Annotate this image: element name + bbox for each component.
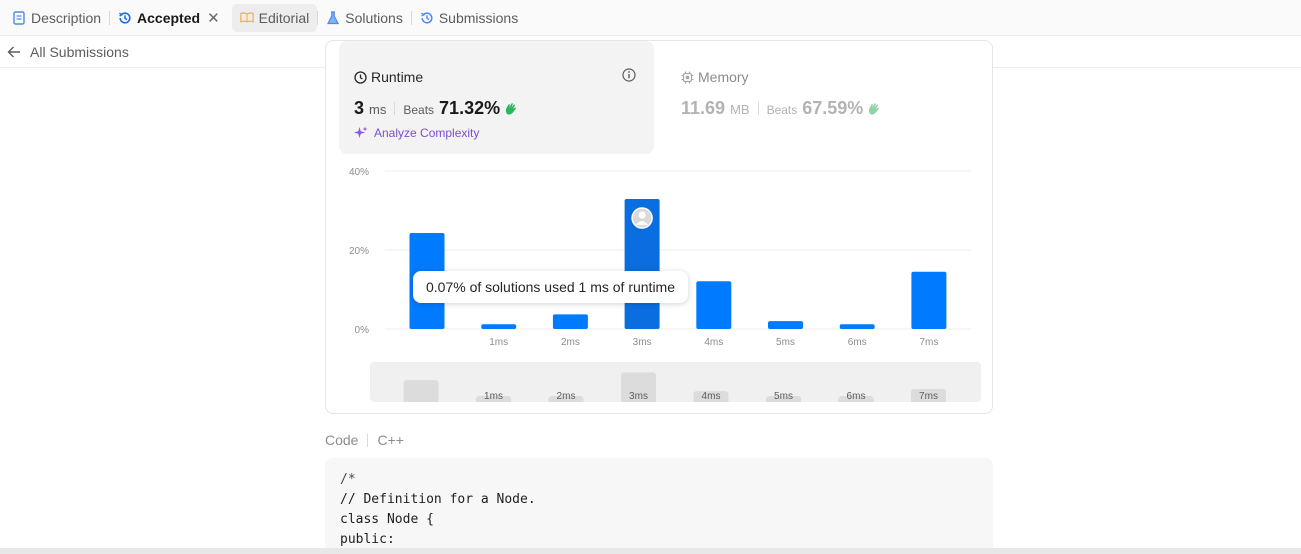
x-tick-label: 2ms — [561, 337, 580, 348]
x-tick-label: 7ms — [919, 337, 938, 348]
tab-submissions[interactable]: Submissions — [412, 4, 526, 32]
tab-editorial[interactable]: Editorial — [231, 3, 318, 32]
description-icon — [12, 10, 26, 25]
history-icon — [118, 11, 132, 25]
x-tick-label: 6ms — [848, 337, 867, 348]
chart-bar — [911, 271, 947, 329]
tab-bar: Description Accepted ✕ Editorial Solutio… — [0, 0, 1301, 36]
close-icon[interactable]: ✕ — [207, 9, 220, 27]
divider — [394, 102, 396, 115]
tab-editorial-label: Editorial — [258, 9, 310, 26]
avatar-head — [638, 211, 646, 219]
x-tick-label: 1ms — [489, 337, 508, 348]
clap-hands-icon — [504, 102, 518, 116]
code-line: /* — [340, 472, 356, 487]
chart-bar — [696, 281, 732, 329]
divider — [757, 102, 759, 115]
info-icon[interactable] — [622, 68, 636, 82]
runtime-beats-value: 71.32% — [439, 98, 501, 118]
sparkle-icon — [354, 126, 368, 140]
memory-unit: MB — [730, 102, 750, 117]
code-block[interactable]: /* // Definition for a Node. class Node … — [325, 458, 993, 554]
tab-submissions-label: Submissions — [438, 9, 519, 26]
x-tick-label: 3ms — [633, 337, 652, 348]
chart-svg: 0% 20% 40% 1ms 2ms 3ms 4ms 5ms 6ms 7ms — [349, 167, 971, 348]
runtime-unit: ms — [369, 102, 387, 117]
runtime-title: Runtime — [354, 69, 423, 85]
code-line: // Definition for a Node. — [340, 492, 536, 507]
tab-accepted-label: Accepted — [137, 9, 201, 26]
history-icon — [420, 11, 434, 25]
chart-bar — [768, 321, 803, 329]
runtime-value: 3 — [354, 98, 365, 118]
runtime-stats: 3 ms Beats 71.32% — [354, 98, 518, 119]
y-tick-label: 0% — [355, 325, 370, 336]
chart-bar — [481, 324, 517, 329]
code-line: class Node { — [340, 512, 434, 527]
tab-description-label: Description — [31, 9, 102, 26]
memory-title: Memory — [681, 69, 749, 85]
chart-bar — [552, 314, 588, 329]
chart-tooltip: 0.07% of solutions used 1 ms of runtime — [413, 271, 688, 303]
code-language: C++ — [377, 432, 404, 448]
mini-tick-label: 6ms — [847, 391, 866, 402]
code-label: Code — [325, 432, 359, 448]
memory-card[interactable]: Memory 11.69 MB Beats 67.59% — [668, 41, 983, 154]
runtime-beats-label: Beats — [403, 103, 435, 117]
submission-detail-panel: Runtime 3 ms Beats 71.32% Analyze Comple… — [325, 40, 993, 414]
code-header: Code C++ — [325, 432, 404, 448]
runtime-title-label: Runtime — [371, 69, 424, 85]
x-tick-label: 4ms — [704, 337, 723, 348]
tab-solutions-label: Solutions — [345, 9, 403, 26]
all-submissions-label: All Submissions — [30, 44, 129, 60]
memory-value: 11.69 — [681, 98, 726, 118]
divider — [367, 433, 369, 447]
mini-bar — [403, 380, 439, 402]
runtime-card[interactable]: Runtime 3 ms Beats 71.32% Analyze Comple… — [339, 41, 654, 154]
runtime-distribution-chart[interactable]: 0% 20% 40% 1ms 2ms 3ms 4ms 5ms 6ms 7ms — [326, 161, 992, 361]
mini-tick-label: 7ms — [919, 391, 938, 402]
x-tick-label: 5ms — [776, 337, 795, 348]
chart-bar — [839, 324, 875, 329]
memory-beats-value: 67.59% — [802, 98, 864, 118]
range-selector-svg: 1ms 2ms 3ms 4ms 5ms 6ms 7ms — [403, 372, 946, 402]
y-tick-label: 40% — [349, 167, 369, 178]
memory-title-label: Memory — [698, 69, 749, 85]
code-line: public: — [340, 532, 395, 547]
chart-range-selector[interactable]: 1ms 2ms 3ms 4ms 5ms 6ms 7ms — [370, 362, 981, 402]
clap-hands-icon — [867, 102, 881, 116]
mini-tick-label: 3ms — [629, 391, 648, 402]
clock-icon — [354, 70, 367, 84]
mini-tick-label: 5ms — [774, 391, 793, 402]
flask-icon — [326, 10, 340, 25]
y-tick-label: 20% — [349, 246, 369, 257]
mini-tick-label: 2ms — [557, 391, 576, 402]
tab-accepted[interactable]: Accepted ✕ — [110, 4, 228, 32]
chip-icon — [681, 71, 694, 84]
horizontal-scrollbar[interactable] — [0, 548, 1301, 554]
mini-tick-label: 1ms — [484, 391, 503, 402]
mini-tick-label: 4ms — [702, 391, 721, 402]
tab-description[interactable]: Description — [4, 4, 109, 32]
analyze-complexity-label: Analyze Complexity — [374, 126, 480, 140]
analyze-complexity-button[interactable]: Analyze Complexity — [354, 126, 479, 140]
memory-stats: 11.69 MB Beats 67.59% — [681, 98, 881, 119]
tab-solutions[interactable]: Solutions — [318, 4, 411, 32]
arrow-left-icon — [7, 45, 21, 59]
memory-beats-label: Beats — [766, 103, 798, 117]
book-icon — [239, 11, 254, 25]
